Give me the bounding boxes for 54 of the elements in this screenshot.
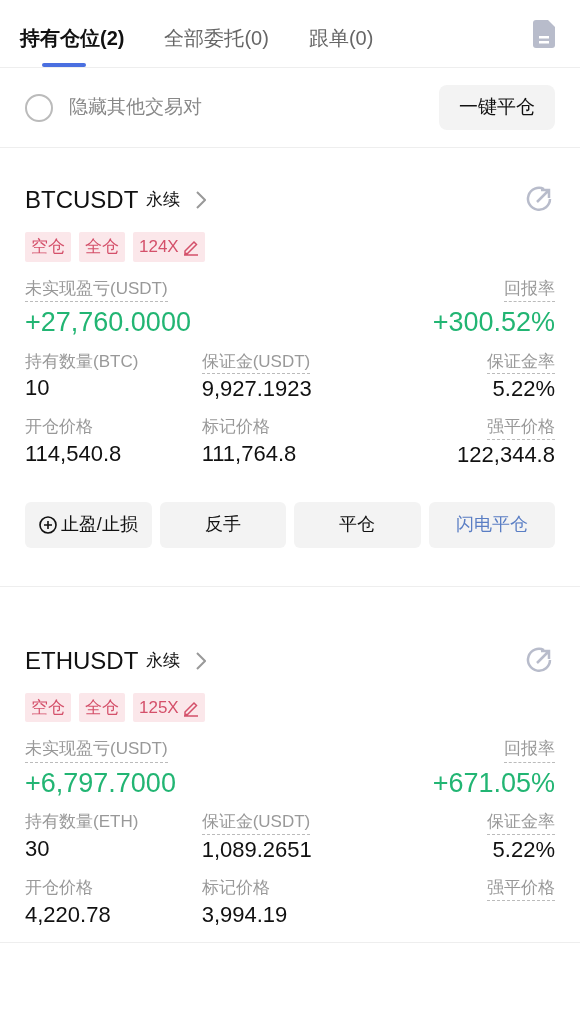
field-label: 保证金率 (486, 811, 555, 836)
contract-type: 永续 (146, 650, 181, 672)
roe-value: +671.05% (432, 766, 555, 800)
field-value: 122,344.8 (457, 441, 555, 470)
field-label: 未实现盈亏(USDT) (25, 736, 168, 763)
field-label: 开仓价格 (25, 876, 93, 899)
checkbox[interactable] (25, 93, 53, 122)
field-label: 保证金(USDT) (201, 811, 311, 836)
field-value: 114,540.8 (25, 440, 122, 469)
field-label: 回报率 (504, 275, 555, 302)
field-label: 强平价格 (486, 876, 555, 901)
field-value: 30 (25, 835, 50, 864)
field-label: 标记价格 (201, 876, 270, 899)
action-button[interactable]: 平仓 (294, 501, 421, 548)
field-value: 1,089.2651 (201, 836, 312, 865)
field-value: 5.22% (492, 375, 555, 404)
document-icon[interactable] (533, 19, 555, 48)
tag[interactable]: 125X (133, 692, 205, 723)
field-value: 9,927.1923 (201, 375, 312, 404)
symbol: BTCUSDT (25, 185, 139, 215)
chevron-right-icon[interactable] (196, 651, 207, 670)
tab[interactable]: 全部委托(0) (164, 1, 269, 67)
field-value: 111,764.8 (201, 440, 297, 469)
close-all-button[interactable]: 一键平仓 (439, 85, 555, 130)
field-value: 10 (25, 374, 50, 403)
contract-type: 永续 (146, 189, 181, 212)
action-button[interactable]: 闪电平仓 (428, 501, 555, 548)
field-label: 强平价格 (486, 416, 555, 441)
field-value: 3,994.19 (201, 900, 288, 929)
symbol: ETHUSDT (25, 645, 139, 676)
field-label: 回报率 (504, 736, 555, 763)
field-label: 标记价格 (201, 416, 270, 439)
tab[interactable]: 跟单(0) (308, 1, 374, 67)
field-label: 持有数量(BTC) (25, 350, 139, 373)
tab[interactable]: 持有仓位(2) (20, 1, 125, 67)
tag: 全仓 (79, 232, 125, 262)
chevron-right-icon[interactable] (196, 191, 207, 209)
field-value: 5.22% (492, 836, 555, 865)
roe-value: +300.52% (432, 306, 555, 339)
checkbox-label: 隐藏其他交易对 (69, 95, 202, 120)
action-button[interactable]: 止盈/止损 (25, 501, 152, 548)
tag: 空仓 (25, 692, 71, 723)
field-label: 未实现盈亏(USDT) (25, 275, 168, 302)
pnl-value: +6,797.7000 (25, 766, 176, 800)
pnl-value: +27,760.0000 (25, 306, 191, 339)
plus-circle-icon (38, 515, 57, 534)
field-label: 开仓价格 (25, 416, 93, 439)
field-value: 4,220.78 (25, 900, 111, 929)
tag: 全仓 (79, 692, 125, 723)
field-label: 持有数量(ETH) (25, 811, 139, 834)
field-label: 保证金(USDT) (201, 350, 311, 375)
tag: 空仓 (25, 232, 71, 262)
action-button[interactable]: 反手 (159, 501, 286, 548)
field-label: 保证金率 (486, 350, 555, 375)
